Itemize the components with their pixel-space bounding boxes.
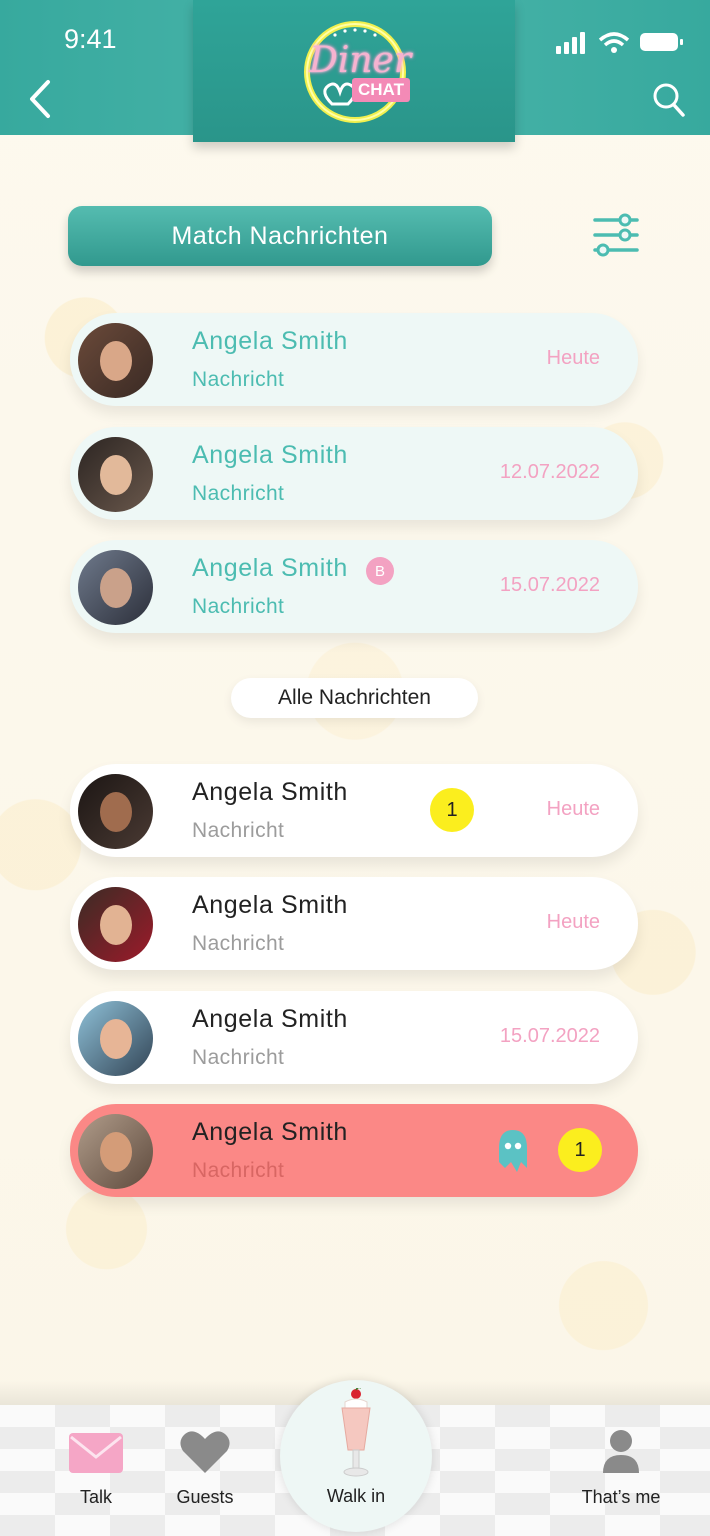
contact-name: Angela Smith xyxy=(192,1118,348,1146)
milkshake-icon xyxy=(341,1388,371,1477)
message-row-highlighted[interactable]: Angela Smith Nachricht 1 xyxy=(70,1104,638,1197)
contact-name: Angela Smith xyxy=(192,1005,348,1033)
contact-name: Angela Smith xyxy=(192,554,348,582)
nav-thats-me-label: That’s me xyxy=(581,1487,661,1507)
message-preview: Nachricht xyxy=(192,368,285,391)
mail-icon xyxy=(69,1433,123,1473)
message-preview: Nachricht xyxy=(192,819,285,842)
status-time: 9:41 xyxy=(64,24,117,54)
message-date: 12.07.2022 xyxy=(499,461,600,483)
match-message-row[interactable]: Angela Smith B Nachricht 15.07.2022 xyxy=(70,540,638,633)
message-preview: Nachricht xyxy=(192,482,285,505)
app-header: 9:41 Diner CHAT xyxy=(0,0,710,142)
avatar xyxy=(78,1001,153,1076)
nav-guests-label: Guests xyxy=(176,1487,234,1507)
message-row[interactable]: Angela Smith Nachricht Heute xyxy=(70,877,638,970)
avatar xyxy=(78,887,153,962)
filter-sliders-icon[interactable] xyxy=(591,212,641,258)
match-message-row[interactable]: Angela Smith Nachricht 12.07.2022 xyxy=(70,427,638,520)
nav-thats-me[interactable]: That’s me xyxy=(563,1405,679,1525)
avatar xyxy=(78,550,153,625)
logo-word: Diner xyxy=(308,40,412,81)
nav-walk-in-label: Walk in xyxy=(326,1486,386,1506)
unread-count-badge: 1 xyxy=(430,788,474,832)
contact-name: Angela Smith xyxy=(192,891,348,919)
unread-count-badge: 1 xyxy=(558,1128,602,1172)
b-badge: B xyxy=(366,557,394,585)
message-date: Heute xyxy=(546,911,600,933)
all-messages-label: Alle Nachrichten xyxy=(231,678,478,718)
person-icon xyxy=(603,1430,639,1473)
ghost-icon xyxy=(499,1130,527,1172)
nav-talk-label: Talk xyxy=(79,1487,112,1507)
nav-guests[interactable]: Guests xyxy=(165,1405,245,1525)
message-row[interactable]: Angela Smith Nachricht 15.07.2022 xyxy=(70,991,638,1084)
message-date: 15.07.2022 xyxy=(499,574,600,596)
avatar xyxy=(78,774,153,849)
back-arrow-icon[interactable] xyxy=(26,78,56,120)
logo-badge: CHAT xyxy=(352,78,410,102)
contact-name: Angela Smith xyxy=(192,441,348,469)
heart-icon xyxy=(180,1431,230,1473)
message-date: Heute xyxy=(546,798,600,820)
search-icon[interactable] xyxy=(652,82,686,118)
avatar xyxy=(78,1114,153,1189)
avatar xyxy=(78,323,153,398)
match-message-row[interactable]: Angela Smith Nachricht Heute xyxy=(70,313,638,406)
message-preview: Nachricht xyxy=(192,1159,285,1182)
nav-walk-in[interactable]: Walk in xyxy=(280,1380,432,1532)
contact-name: Angela Smith xyxy=(192,778,348,806)
message-preview: Nachricht xyxy=(192,595,285,618)
message-row[interactable]: Angela Smith Nachricht 1 Heute xyxy=(70,764,638,857)
message-date: Heute xyxy=(546,347,600,369)
status-icons xyxy=(556,32,683,54)
message-preview: Nachricht xyxy=(192,1046,285,1069)
avatar xyxy=(78,437,153,512)
message-date: 15.07.2022 xyxy=(499,1025,600,1047)
contact-name: Angela Smith xyxy=(192,327,348,355)
message-preview: Nachricht xyxy=(192,932,285,955)
match-messages-button[interactable]: Match Nachrichten xyxy=(68,206,492,266)
nav-talk[interactable]: Talk xyxy=(58,1405,134,1525)
